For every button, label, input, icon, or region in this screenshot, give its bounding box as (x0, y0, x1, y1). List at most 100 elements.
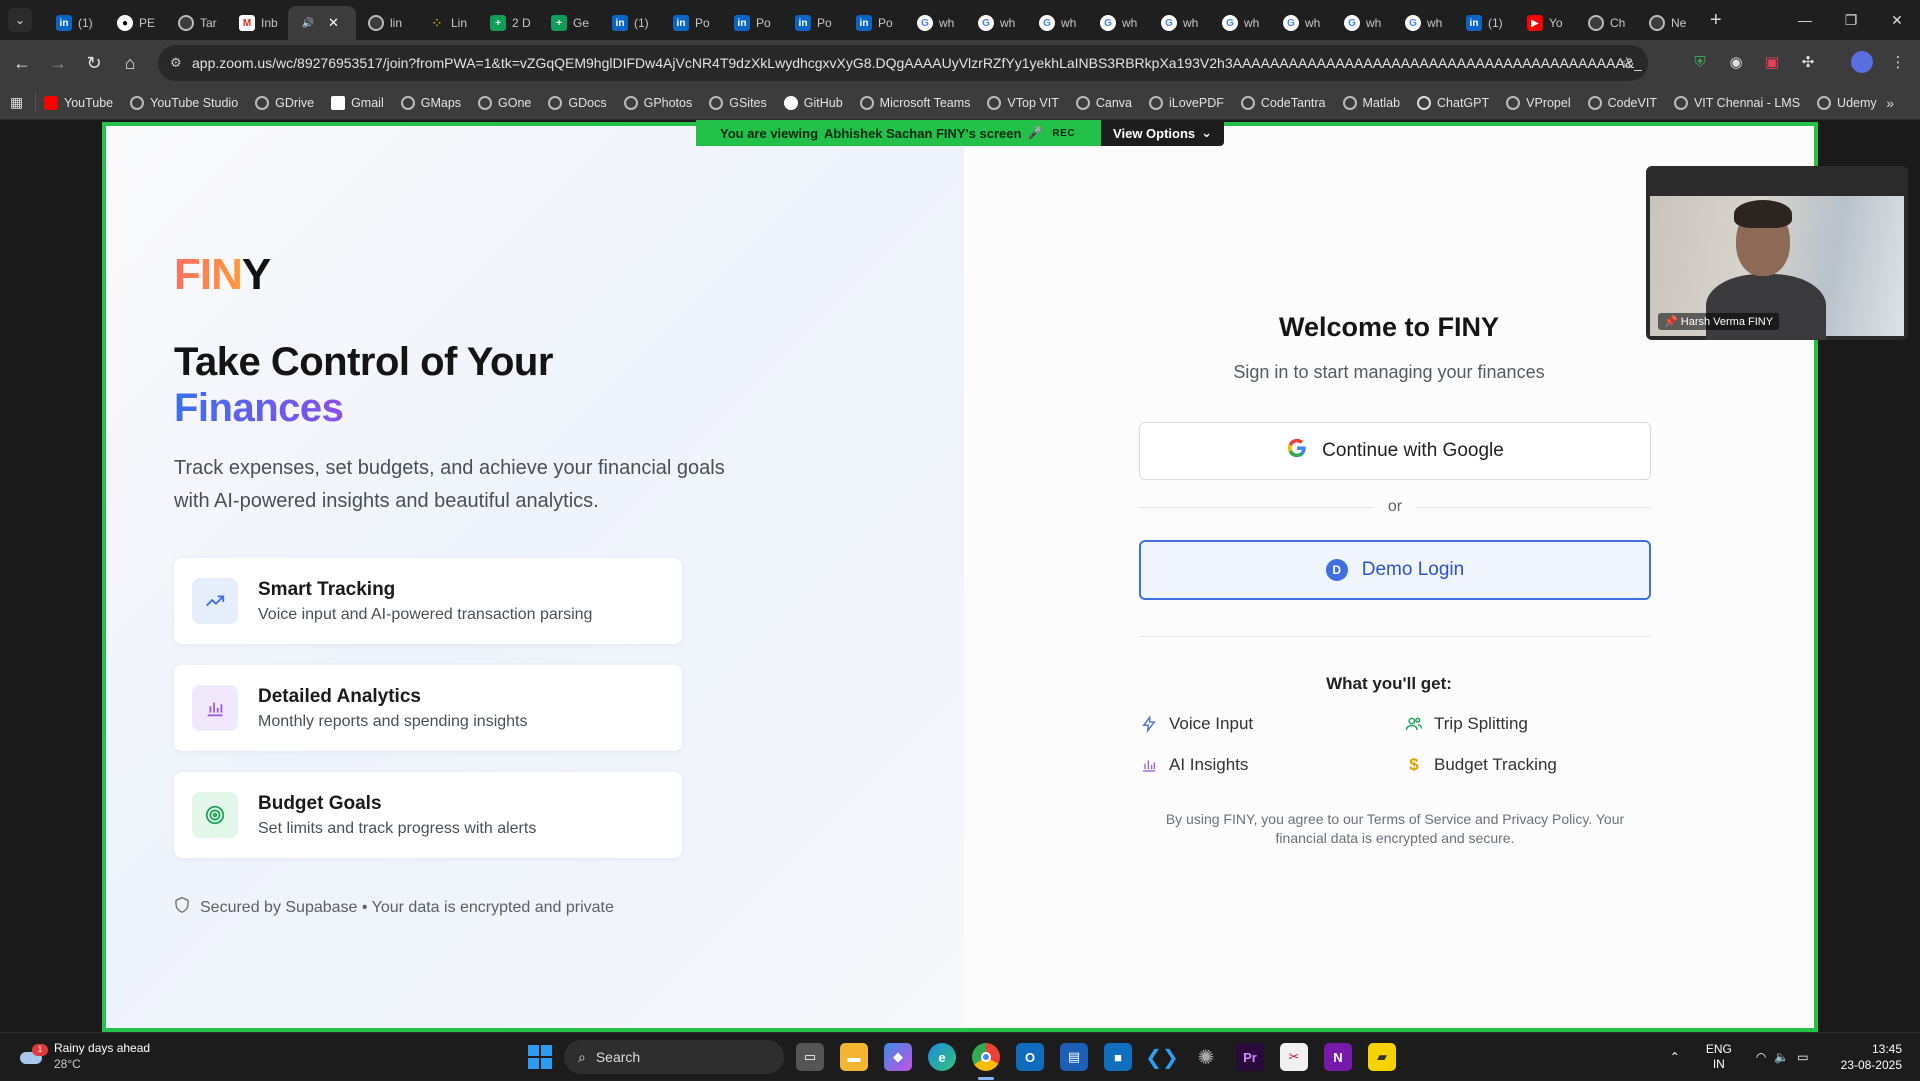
browser-tab[interactable]: in Po (783, 6, 844, 40)
browser-tab[interactable]: Gwh (1332, 6, 1393, 40)
bookmarks-overflow-icon[interactable]: » (1886, 95, 1894, 111)
browser-tab[interactable]: ● PE (105, 6, 166, 40)
apps-grid-icon[interactable]: ▦ (10, 93, 36, 112)
task-view-icon[interactable]: ▭ (796, 1043, 824, 1071)
bookmark-item[interactable]: ChatGPT (1417, 95, 1489, 110)
bookmark-star-icon[interactable]: ☆ (1620, 53, 1634, 73)
site-info-icon[interactable]: ⚙ (170, 55, 192, 71)
bookmark-item[interactable]: CodeTantra (1240, 95, 1326, 110)
browser-tab[interactable]: lin (356, 6, 417, 40)
browser-tab[interactable]: Gwh (1027, 6, 1088, 40)
back-button[interactable]: ← (4, 45, 40, 81)
chrome-icon[interactable] (972, 1043, 1000, 1071)
sticky-notes-icon[interactable]: ▰ (1368, 1043, 1396, 1071)
browser-tab[interactable]: in Po (844, 6, 905, 40)
vscode-icon[interactable]: ❮❯ (1145, 1043, 1179, 1071)
bookmark-item[interactable]: Matlab (1342, 95, 1400, 110)
browser-tab[interactable]: Gwh (1271, 6, 1332, 40)
onenote-icon[interactable]: N (1324, 1043, 1352, 1071)
bookmark-item[interactable]: GDrive (255, 95, 314, 110)
bookmark-item[interactable]: VTop VIT (987, 95, 1059, 110)
tray-overflow-icon[interactable]: ⌃ (1670, 1050, 1680, 1064)
close-window-button[interactable]: ✕ (1874, 0, 1920, 40)
browser-tab[interactable]: Ne (1637, 6, 1698, 40)
home-button[interactable]: ⌂ (112, 45, 148, 81)
address-url[interactable]: app.zoom.us/wc/89276953517/join?fromPWA=… (192, 55, 1642, 71)
bookmark-item[interactable]: iLovePDF (1148, 95, 1224, 110)
bookmark-item[interactable]: CodeVIT (1587, 95, 1657, 110)
wifi-volume-battery-icons[interactable]: ◠🔈▭ (1756, 1050, 1817, 1064)
browser-menu-icon[interactable]: ⋮ (1884, 48, 1912, 76)
browser-tab[interactable]: in (1) (600, 6, 661, 40)
participant-video-tile[interactable]: 📌 Harsh Verma FINY (1646, 166, 1908, 340)
browser-tab[interactable]: ▶ Yo (1515, 6, 1576, 40)
browser-tab[interactable]: + Ge (539, 6, 600, 40)
new-tab-button[interactable]: + (1710, 9, 1722, 32)
browser-tab[interactable]: Gwh (1393, 6, 1454, 40)
extensions-puzzle-icon[interactable]: ✣ (1794, 48, 1822, 76)
start-button[interactable] (528, 1045, 552, 1069)
continue-with-google-button[interactable]: Continue with Google (1139, 422, 1651, 480)
bookmark-item[interactable]: YouTube Studio (130, 95, 238, 110)
minimize-button[interactable]: — (1782, 0, 1828, 40)
bookmark-item[interactable]: GDocs (548, 95, 607, 110)
weather-widget[interactable]: 1 Rainy days ahead 28°C (18, 1041, 150, 1071)
store-icon[interactable]: ▤ (1060, 1043, 1088, 1071)
clock[interactable]: 13:45 23-08-2025 (1841, 1041, 1902, 1073)
browser-tab[interactable]: Ch (1576, 6, 1637, 40)
bookmark-item[interactable]: Udemy (1817, 95, 1877, 110)
copilot-icon[interactable]: ◆ (884, 1043, 912, 1071)
bookmark-favicon-icon (1148, 95, 1163, 110)
bookmark-favicon-icon (1417, 95, 1432, 110)
pocket-extension-icon[interactable]: ▣ (1758, 48, 1786, 76)
bookmark-item[interactable]: Microsoft Teams (859, 95, 970, 110)
bookmark-item[interactable]: VIT Chennai - LMS (1673, 95, 1800, 110)
address-bar[interactable]: ⚙ app.zoom.us/wc/89276953517/join?fromPW… (158, 45, 1648, 81)
close-tab-icon[interactable]: ✕ (328, 15, 339, 31)
restore-button[interactable]: ❐ (1828, 0, 1874, 40)
browser-tab[interactable]: Gwh (1149, 6, 1210, 40)
browser-tab[interactable]: in Po (722, 6, 783, 40)
browser-tab[interactable]: +2 D (478, 6, 539, 40)
browser-tab[interactable]: Gwh (1210, 6, 1271, 40)
browser-tab[interactable]: in (1) (1454, 6, 1515, 40)
browser-tab[interactable]: Gwh (1088, 6, 1149, 40)
browser-tab[interactable]: Tar (166, 6, 227, 40)
camera-extension-icon[interactable]: ◉ (1722, 48, 1750, 76)
shield-extension-icon[interactable]: ⛨ (1686, 48, 1714, 76)
browser-tab[interactable]: ⁘ Lin (417, 6, 478, 40)
language-indicator[interactable]: ENG IN (1706, 1042, 1732, 1072)
bookmark-item[interactable]: GPhotos (623, 95, 692, 110)
openai-icon[interactable]: ✺ (1192, 1043, 1220, 1071)
bookmark-item[interactable]: GOne (478, 95, 531, 110)
bookmark-item[interactable]: YouTube (44, 95, 113, 110)
browser-tab[interactable]: M Inb (227, 6, 288, 40)
bookmark-item[interactable]: Gmail (331, 95, 384, 110)
bookmark-item[interactable]: GSites (709, 95, 767, 110)
profile-avatar[interactable] (1848, 48, 1876, 76)
bookmark-item[interactable]: Canva (1075, 95, 1132, 110)
file-explorer-icon[interactable]: ▬ (840, 1043, 868, 1071)
bookmark-label: VTop VIT (1007, 95, 1059, 110)
browser-tab[interactable]: Gwh (905, 6, 966, 40)
outlook-icon[interactable]: O (1016, 1043, 1044, 1071)
taskbar-search[interactable]: ⌕ Search (564, 1040, 784, 1074)
premiere-icon[interactable]: Pr (1236, 1043, 1264, 1071)
bookmark-item[interactable]: GMaps (400, 95, 461, 110)
forward-button[interactable]: → (40, 45, 76, 81)
benefit-label: Budget Tracking (1434, 755, 1557, 774)
tab-search-menu-button[interactable]: ⌄ (8, 8, 32, 32)
snipping-tool-icon[interactable]: ✂ (1280, 1043, 1308, 1071)
edge-icon[interactable]: e (928, 1043, 956, 1071)
reload-button[interactable]: ↻ (76, 45, 112, 81)
browser-tab[interactable]: in (1) (44, 6, 105, 40)
app-icon-blue[interactable]: ■ (1104, 1043, 1132, 1071)
browser-tab[interactable]: Gwh (966, 6, 1027, 40)
bookmark-favicon-icon (709, 95, 724, 110)
view-options-button[interactable]: View Options ⌄ (1101, 120, 1225, 146)
demo-login-button[interactable]: D Demo Login (1139, 540, 1651, 600)
browser-tab[interactable]: in Po (661, 6, 722, 40)
browser-tab[interactable]: 🔊 ✕ (288, 6, 356, 40)
bookmark-item[interactable]: GitHub (783, 95, 843, 110)
bookmark-item[interactable]: VPropel (1506, 95, 1571, 110)
